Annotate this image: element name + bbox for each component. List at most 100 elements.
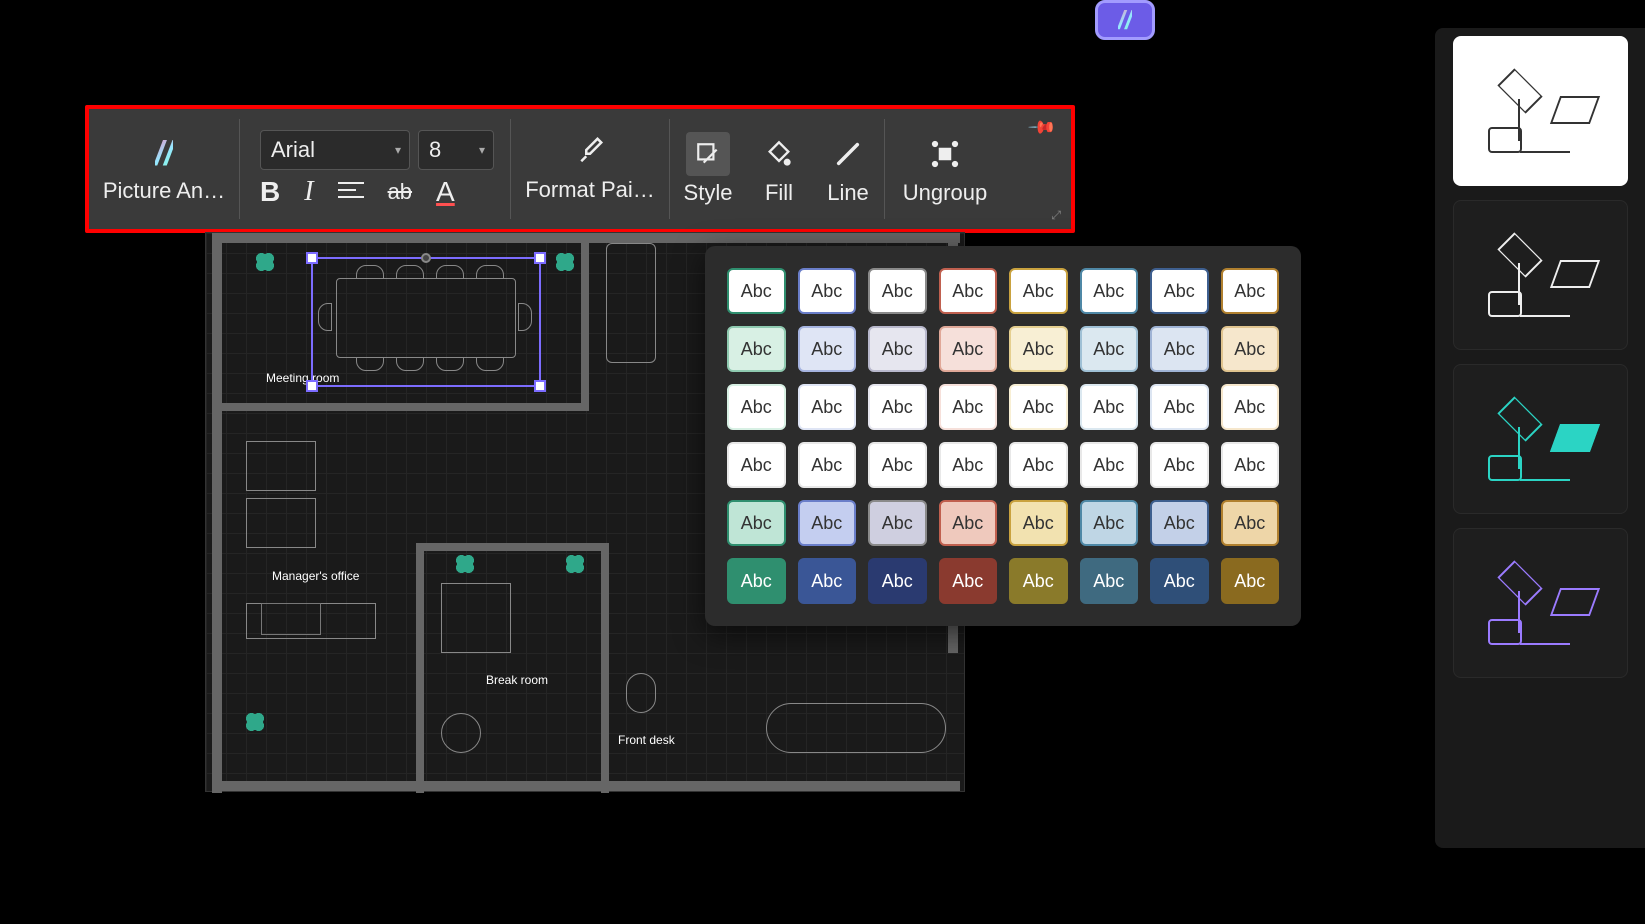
style-swatch[interactable]: Abc — [798, 384, 857, 430]
pin-icon[interactable]: 📌 — [1026, 112, 1057, 143]
ungroup-button[interactable]: Ungroup — [885, 109, 1005, 229]
font-name-select[interactable]: Arial ▾ — [260, 130, 410, 170]
style-swatch[interactable]: Abc — [1150, 384, 1209, 430]
expand-toolbar-icon[interactable]: ⤢ — [1051, 208, 1061, 223]
selection-box[interactable] — [311, 257, 541, 387]
resize-handle-nw[interactable] — [306, 252, 318, 264]
resize-handle-sw[interactable] — [306, 380, 318, 392]
template-thumbnail-light[interactable] — [1453, 36, 1628, 186]
rotate-handle[interactable] — [421, 253, 431, 263]
counter-shape[interactable] — [441, 583, 511, 653]
template-thumbnail-dark-cyan[interactable] — [1453, 364, 1628, 514]
style-swatch[interactable]: Abc — [798, 326, 857, 372]
italic-button[interactable]: I — [304, 176, 313, 208]
style-swatch[interactable]: Abc — [798, 500, 857, 546]
font-controls-group: Arial ▾ 8 ▾ B I ab A — [240, 109, 510, 229]
style-swatch[interactable]: Abc — [1009, 500, 1068, 546]
resize-handle-se[interactable] — [534, 380, 546, 392]
fill-button[interactable]: Fill — [746, 109, 812, 229]
align-button[interactable] — [338, 176, 364, 208]
style-swatch[interactable]: Abc — [1221, 326, 1280, 372]
desk-shape[interactable] — [246, 498, 316, 548]
round-table-shape[interactable] — [441, 713, 481, 753]
plant-shape[interactable] — [566, 555, 584, 573]
desk-shape[interactable] — [246, 441, 316, 491]
style-swatch[interactable]: Abc — [798, 442, 857, 488]
style-swatch[interactable]: Abc — [1009, 268, 1068, 314]
picture-analysis-icon: // — [155, 135, 174, 174]
style-swatch[interactable]: Abc — [868, 268, 927, 314]
style-swatch[interactable]: Abc — [1221, 384, 1280, 430]
ungroup-icon — [923, 132, 967, 176]
app-logo-icon: // — [1118, 5, 1132, 36]
front-desk-shape[interactable] — [766, 703, 946, 753]
style-swatch[interactable]: Abc — [939, 268, 998, 314]
font-size-value: 8 — [429, 137, 441, 163]
template-thumbnail-dark-white[interactable] — [1453, 200, 1628, 350]
break-room-label: Break room — [486, 673, 548, 687]
line-icon — [826, 132, 870, 176]
style-swatch[interactable]: Abc — [939, 500, 998, 546]
style-swatch[interactable]: Abc — [868, 326, 927, 372]
style-swatch[interactable]: Abc — [798, 268, 857, 314]
style-swatch[interactable]: Abc — [1150, 442, 1209, 488]
line-button[interactable]: Line — [812, 109, 884, 229]
style-swatch[interactable]: Abc — [1009, 442, 1068, 488]
style-swatch[interactable]: Abc — [1080, 268, 1139, 314]
chevron-down-icon: ▾ — [479, 143, 485, 157]
style-swatch[interactable]: Abc — [1221, 558, 1280, 604]
chair-shape[interactable] — [626, 673, 656, 713]
style-swatch[interactable]: Abc — [798, 558, 857, 604]
style-swatch[interactable]: Abc — [1221, 442, 1280, 488]
style-swatch[interactable]: Abc — [1080, 384, 1139, 430]
plant-shape[interactable] — [246, 713, 264, 731]
font-size-select[interactable]: 8 ▾ — [418, 130, 494, 170]
style-swatch[interactable]: Abc — [868, 500, 927, 546]
style-swatch[interactable]: Abc — [1080, 326, 1139, 372]
style-swatch[interactable]: Abc — [1080, 558, 1139, 604]
style-swatch[interactable]: Abc — [1009, 558, 1068, 604]
style-swatch[interactable]: Abc — [939, 326, 998, 372]
style-swatch[interactable]: Abc — [727, 268, 786, 314]
bold-button[interactable]: B — [260, 176, 280, 208]
managers-office-label: Manager's office — [272, 569, 359, 583]
style-swatch[interactable]: Abc — [939, 558, 998, 604]
strikethrough-button[interactable]: ab — [388, 179, 412, 205]
style-swatch[interactable]: Abc — [868, 558, 927, 604]
style-swatch[interactable]: Abc — [1150, 500, 1209, 546]
style-button[interactable]: Style — [670, 109, 746, 229]
style-swatch[interactable]: Abc — [1150, 268, 1209, 314]
style-swatch[interactable]: Abc — [727, 500, 786, 546]
style-swatch[interactable]: Abc — [1221, 268, 1280, 314]
sofa-shape[interactable] — [606, 243, 656, 363]
picture-analysis-label: Picture An… — [103, 178, 225, 204]
style-swatch[interactable]: Abc — [727, 326, 786, 372]
style-swatch[interactable]: Abc — [1150, 558, 1209, 604]
style-swatch[interactable]: Abc — [868, 384, 927, 430]
style-swatch[interactable]: Abc — [868, 442, 927, 488]
style-swatch[interactable]: Abc — [1009, 384, 1068, 430]
app-logo-badge[interactable]: // — [1095, 0, 1155, 40]
plant-shape[interactable] — [256, 253, 274, 271]
style-swatch[interactable]: Abc — [1221, 500, 1280, 546]
picture-analysis-button[interactable]: // Picture An… — [89, 109, 239, 229]
style-swatch[interactable]: Abc — [939, 442, 998, 488]
template-thumbnail-dark-purple[interactable] — [1453, 528, 1628, 678]
plant-shape[interactable] — [456, 555, 474, 573]
style-swatch[interactable]: Abc — [727, 384, 786, 430]
font-color-button[interactable]: A — [436, 176, 455, 208]
style-swatch[interactable]: Abc — [727, 442, 786, 488]
resize-handle-ne[interactable] — [534, 252, 546, 264]
style-swatch[interactable]: Abc — [1080, 500, 1139, 546]
style-swatch[interactable]: Abc — [1080, 442, 1139, 488]
style-swatch[interactable]: Abc — [939, 384, 998, 430]
style-swatch[interactable]: Abc — [1009, 326, 1068, 372]
chevron-down-icon: ▾ — [395, 143, 401, 157]
plant-shape[interactable] — [556, 253, 574, 271]
style-swatch[interactable]: Abc — [1150, 326, 1209, 372]
monitor-shape[interactable] — [261, 603, 321, 635]
format-painter-button[interactable]: Format Pai… — [511, 109, 669, 229]
style-swatch[interactable]: Abc — [727, 558, 786, 604]
floating-toolbar-highlight: 📌 ⤢ // Picture An… Arial ▾ 8 ▾ B I — [85, 105, 1075, 233]
fill-icon — [757, 132, 801, 176]
